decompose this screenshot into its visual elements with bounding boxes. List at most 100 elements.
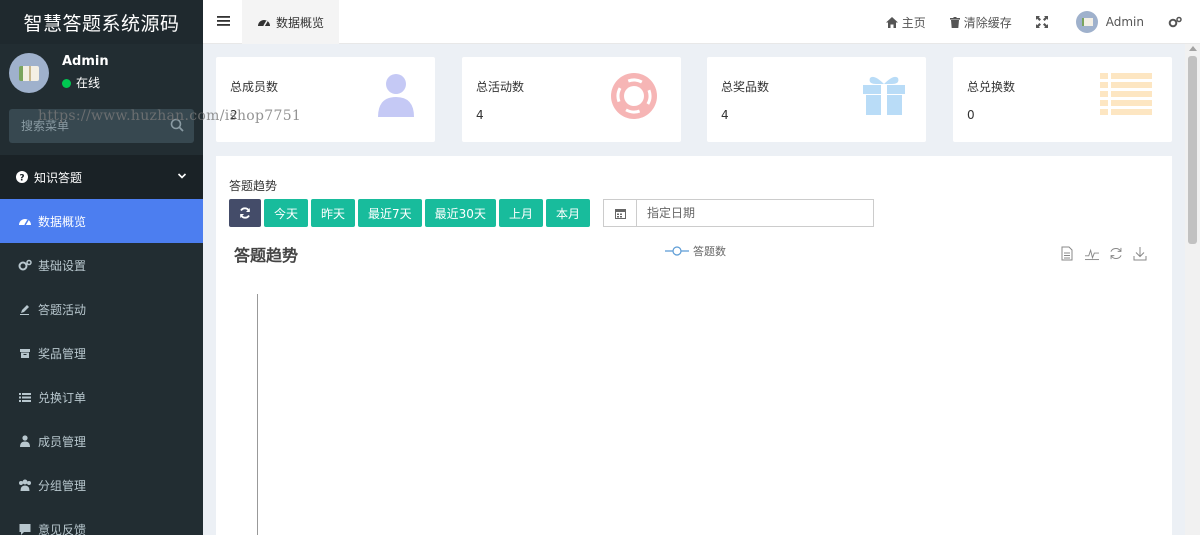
range-yesterday-button[interactable]: 昨天 <box>311 199 356 227</box>
cogs-icon <box>1168 16 1182 28</box>
date-range-buttons: 今天 昨天 最近7天 最近30天 上月 本月 <box>229 199 593 227</box>
avatar <box>1075 11 1098 33</box>
tab-label: 数据概览 <box>276 15 325 30</box>
brand-title: 智慧答题系统源码 <box>0 0 203 44</box>
stat-value: 0 <box>967 108 975 122</box>
avatar <box>9 53 49 93</box>
chart-y-axis <box>257 294 258 535</box>
cogs-icon <box>18 258 32 272</box>
clear-cache-label: 清除缓存 <box>963 15 1012 30</box>
user-menu-label: Admin <box>1105 15 1144 29</box>
pencil-icon <box>18 302 32 316</box>
online-dot-icon <box>62 78 71 88</box>
download-icon[interactable] <box>1133 246 1147 262</box>
user-menu[interactable]: Admin <box>1075 11 1144 33</box>
list-icon <box>18 390 32 404</box>
stat-title: 总兑换数 <box>967 80 1016 94</box>
restore-icon[interactable] <box>1109 246 1123 262</box>
stat-title: 总奖品数 <box>721 80 770 94</box>
user-icon <box>378 74 414 117</box>
chevron-down-icon <box>177 173 187 179</box>
sidebar-item-label: 基础设置 <box>38 258 87 273</box>
range-this-month-button[interactable]: 本月 <box>545 199 590 227</box>
data-view-icon[interactable] <box>1061 246 1075 262</box>
range-last-month-button[interactable]: 上月 <box>498 199 543 227</box>
trash-icon <box>949 16 960 28</box>
legend-label: 答题数 <box>693 245 726 258</box>
top-nav: 主页 清除缓存 Admin <box>885 0 1200 44</box>
sidebar-item-label: 成员管理 <box>38 434 87 449</box>
stat-title: 总成员数 <box>230 80 279 94</box>
tab-dashboard[interactable]: 数据概览 <box>242 0 339 44</box>
sidebar-item-label: 答题活动 <box>38 302 87 317</box>
scroll-up-arrow-icon[interactable] <box>1189 46 1197 51</box>
sidebar-item-label: 奖品管理 <box>38 346 87 361</box>
sidebar-item-label: 兑换订单 <box>38 390 87 405</box>
user-status: 在线 <box>62 73 109 93</box>
menu-group-knowledge-quiz[interactable]: ? 知识答题 <box>0 155 203 199</box>
range-today-button[interactable]: 今天 <box>264 199 309 227</box>
sidebar-item-member-management[interactable]: 成员管理 <box>0 419 203 463</box>
fullscreen-button[interactable] <box>1035 16 1052 28</box>
home-link[interactable]: 主页 <box>885 14 926 31</box>
stat-value: 4 <box>721 108 729 122</box>
chart-toolbox <box>1051 246 1147 262</box>
fullscreen-icon <box>1035 16 1048 28</box>
gift-icon <box>863 76 905 115</box>
stat-card-total-members: 总成员数 2 <box>216 57 435 142</box>
page-scrollbar[interactable] <box>1185 44 1200 535</box>
date-picker <box>603 199 874 227</box>
chart-legend[interactable]: 答题数 <box>665 243 726 259</box>
stat-card-total-exchanges: 总兑换数 0 <box>953 57 1172 142</box>
user-name: Admin <box>62 54 109 69</box>
clear-cache-button[interactable]: 清除缓存 <box>949 14 1012 31</box>
quiz-trend-panel: 答题趋势 今天 昨天 最近7天 最近30天 上月 本月 答题趋势 答题数 <box>216 156 1172 535</box>
home-link-label: 主页 <box>901 15 926 30</box>
user-icon <box>18 434 32 448</box>
sidebar-item-quiz-activity[interactable]: 答题活动 <box>0 287 203 331</box>
sidebar-item-label: 数据概览 <box>38 214 87 229</box>
stat-card-total-prizes: 总奖品数 4 <box>707 57 926 142</box>
home-icon <box>885 16 898 28</box>
watermark: https://www.huzhan.com/ishop7751 <box>38 108 302 124</box>
sidebar-item-exchange-orders[interactable]: 兑换订单 <box>0 375 203 419</box>
sidebar-item-basic-settings[interactable]: 基础设置 <box>0 243 203 287</box>
sidebar-menu: 数据概览 基础设置 答题活动 奖品管理 兑换订单 成员管理 分组管理 意见反馈 <box>0 199 203 535</box>
stat-value: 4 <box>476 108 484 122</box>
sidebar-item-feedback[interactable]: 意见反馈 <box>0 507 203 535</box>
archive-icon <box>18 346 32 360</box>
list-icon <box>1100 73 1152 115</box>
sidebar: 智慧答题系统源码 Admin 在线 ? 知识答题 <box>0 0 203 535</box>
range-7days-button[interactable]: 最近7天 <box>358 199 422 227</box>
line-chart-icon[interactable] <box>1085 246 1099 262</box>
user-panel: Admin 在线 <box>0 44 203 102</box>
menu-group-label: 知识答题 <box>34 170 83 185</box>
panel-title: 答题趋势 <box>229 179 278 193</box>
sidebar-item-group-management[interactable]: 分组管理 <box>0 463 203 507</box>
stat-title: 总活动数 <box>476 80 525 94</box>
stat-card-total-activities: 总活动数 4 <box>462 57 681 142</box>
sidebar-item-dashboard[interactable]: 数据概览 <box>0 199 203 243</box>
sidebar-item-label: 分组管理 <box>38 478 87 493</box>
dashboard-icon <box>18 214 32 228</box>
dashboard-icon <box>258 20 270 27</box>
comment-icon <box>18 522 32 535</box>
sidebar-item-label: 意见反馈 <box>38 522 87 535</box>
refresh-icon <box>240 207 250 219</box>
date-input[interactable] <box>637 200 873 226</box>
top-bar: 数据概览 主页 清除缓存 Admin <box>203 0 1200 44</box>
legend-line-icon <box>665 246 689 256</box>
menu-toggle-icon[interactable] <box>217 15 230 27</box>
users-icon <box>18 478 32 492</box>
refresh-button[interactable] <box>229 199 261 227</box>
calendar-icon[interactable] <box>604 200 637 226</box>
sidebar-item-prize-management[interactable]: 奖品管理 <box>0 331 203 375</box>
question-circle-icon: ? <box>16 171 28 183</box>
user-status-label: 在线 <box>76 76 101 90</box>
scroll-thumb[interactable] <box>1188 56 1197 244</box>
chart-title: 答题趋势 <box>234 246 299 265</box>
life-ring-icon <box>611 73 657 119</box>
settings-button[interactable] <box>1168 16 1186 28</box>
range-30days-button[interactable]: 最近30天 <box>424 199 496 227</box>
svg-text:?: ? <box>19 174 24 184</box>
